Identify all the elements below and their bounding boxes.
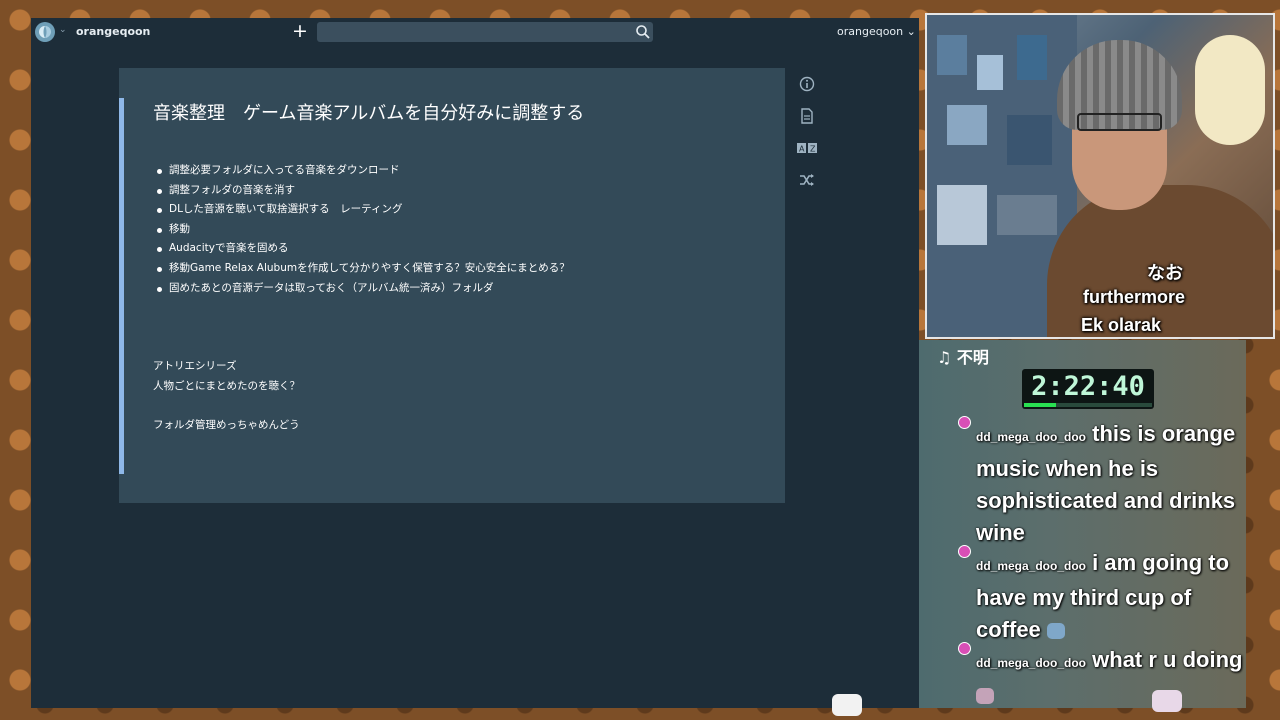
list-item[interactable]: 移動Game Relax Alubumを作成して分かりやすく保管する？安心安全に… <box>153 259 570 279</box>
translate-icon[interactable]: AZ <box>797 138 817 158</box>
chat-username: dd_mega_doo_doo <box>976 656 1087 670</box>
account-menu[interactable]: orangeqoon ⌄ <box>837 25 916 38</box>
new-note-button[interactable]: + <box>291 21 309 41</box>
list-item[interactable]: 調整必要フォルダに入ってる音楽をダウンロード <box>153 161 570 181</box>
subtitle-line: furthermore <box>1082 287 1185 307</box>
app-logo-icon[interactable] <box>35 22 55 42</box>
chat-username: dd_mega_doo_doo <box>976 430 1087 444</box>
list-item[interactable]: 移動 <box>153 220 570 240</box>
chat-badge-icon <box>958 545 971 558</box>
chat-text: what r u doing <box>1092 647 1243 672</box>
list-item[interactable]: DLした音源を聴いて取捨選択する レーティング <box>153 200 570 220</box>
svg-text:Z: Z <box>810 145 816 154</box>
note-paragraph[interactable]: フォルダ管理めっちゃめんどう <box>153 417 300 432</box>
shuffle-icon[interactable] <box>797 170 817 190</box>
chat-message: dd_mega_doo_doo i am going to have my th… <box>976 547 1251 646</box>
svg-text:A: A <box>799 145 805 154</box>
top-bar: ⌄ orangeqoon + orangeqoon ⌄ <box>31 18 919 46</box>
notes-app-window: ⌄ orangeqoon + orangeqoon ⌄ 音楽整理 ゲーム音楽アル… <box>31 18 919 708</box>
cat-mascot-icon <box>832 694 862 716</box>
subtitle-line: Ek olarak <box>1080 315 1161 335</box>
document-icon[interactable] <box>797 106 817 126</box>
account-name: orangeqoon <box>837 25 904 38</box>
chat-badge-icon <box>958 642 971 655</box>
plush-toy <box>1195 35 1265 145</box>
chat-message: dd_mega_doo_doo this is orange music whe… <box>976 418 1251 549</box>
search-icon[interactable] <box>635 24 651 40</box>
timer-progress-bar <box>1024 403 1056 407</box>
creature-mascot-icon <box>1152 690 1182 712</box>
note-paragraph[interactable]: アトリエシリーズ <box>153 358 236 373</box>
search-input[interactable] <box>317 22 653 42</box>
chat-badge-icon <box>958 416 971 429</box>
note-bullet-list: 調整必要フォルダに入ってる音楽をダウンロード 調整フォルダの音楽を消す DLした… <box>153 161 570 298</box>
subtitle-line: なお <box>1147 263 1183 283</box>
now-playing: ♫ 不明 <box>937 348 989 367</box>
workspace-name[interactable]: orangeqoon <box>76 25 150 38</box>
glasses <box>1077 113 1162 131</box>
hamster-emote-icon <box>976 688 994 705</box>
list-item[interactable]: 固めたあとの音源データは取っておく（アルバム統一済み）フォルダ <box>153 279 570 299</box>
list-item[interactable]: Audacityで音楽を固める <box>153 239 570 259</box>
chat-message: dd_mega_doo_doo what r u doing <box>976 644 1251 711</box>
note-title[interactable]: 音楽整理 ゲーム音楽アルバムを自分好みに調整する <box>153 99 584 125</box>
coffee-emote-icon <box>1046 623 1065 640</box>
info-icon[interactable] <box>797 74 817 94</box>
list-item[interactable]: 調整フォルダの音楽を消す <box>153 181 570 201</box>
chevron-down-icon[interactable]: ⌄ <box>59 25 67 35</box>
webcam-overlay: なお furthermore Ek olarak <box>925 13 1275 339</box>
note-accent-bar <box>119 98 124 474</box>
chat-username: dd_mega_doo_doo <box>976 559 1087 573</box>
note-card[interactable]: 音楽整理 ゲーム音楽アルバムを自分好みに調整する 調整必要フォルダに入ってる音楽… <box>119 68 785 503</box>
note-paragraph[interactable]: 人物ごとにまとめたのを聴く？ <box>153 378 300 393</box>
